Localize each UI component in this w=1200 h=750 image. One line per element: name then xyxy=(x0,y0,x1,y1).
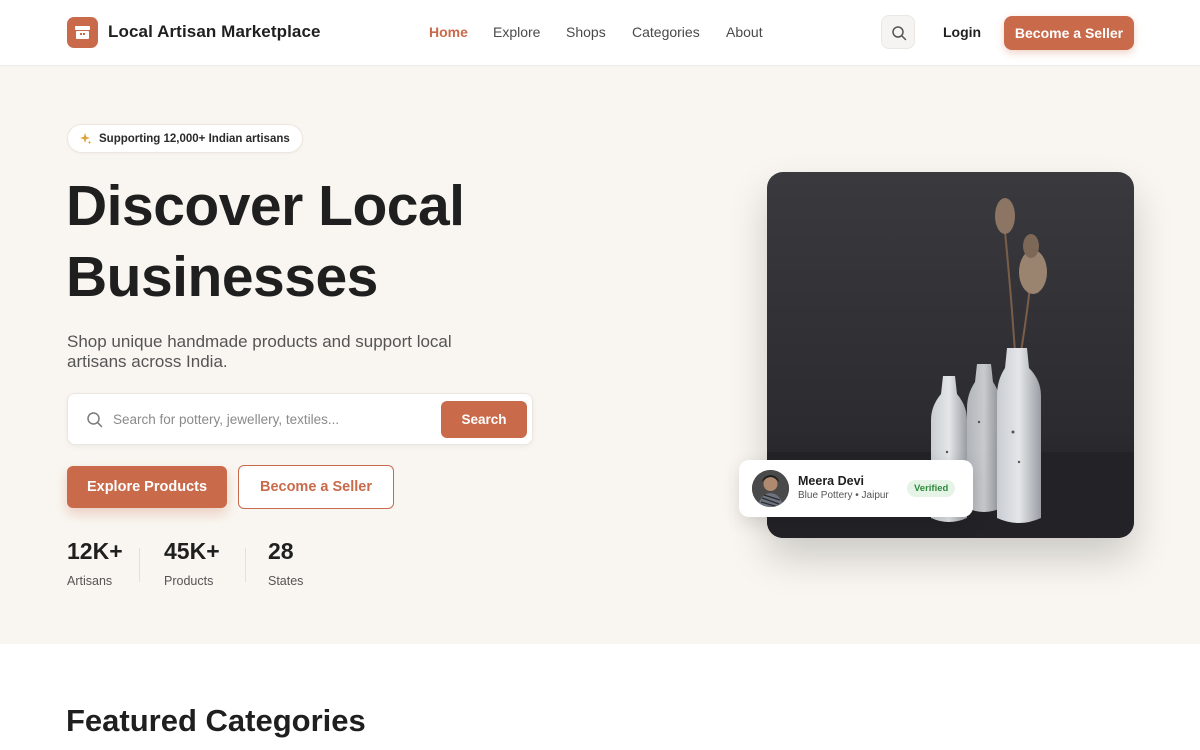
stat-value: 12K+ xyxy=(67,538,123,564)
featured-seller-card[interactable]: Meera Devi Blue Pottery • Jaipur Verifie… xyxy=(739,460,973,517)
nav-categories[interactable]: Categories xyxy=(632,24,700,40)
product-search-bar: Search xyxy=(67,393,533,445)
hero-subtitle: Shop unique handmade products and suppor… xyxy=(67,332,452,371)
seller-name: Meera Devi xyxy=(798,474,865,488)
stat-artisans: 12K+ Artisans xyxy=(67,538,123,588)
stat-label: Products xyxy=(164,574,214,588)
stat-label: States xyxy=(268,574,304,588)
hero-section: Supporting 12,000+ Indian artisans Disco… xyxy=(0,66,1200,644)
become-seller-button[interactable]: Become a Seller xyxy=(238,465,394,509)
top-navbar: Local Artisan Marketplace Home Explore S… xyxy=(0,0,1200,66)
stat-divider xyxy=(139,548,140,582)
stat-states: 28 States xyxy=(268,538,303,588)
header-become-seller-button[interactable]: Become a Seller xyxy=(1004,16,1134,50)
badge-text: Supporting 12,000+ Indian artisans xyxy=(99,132,290,145)
header-search-button[interactable] xyxy=(881,15,915,49)
nav-home[interactable]: Home xyxy=(429,24,468,40)
stat-divider xyxy=(245,548,246,582)
store-logo-icon[interactable] xyxy=(67,17,98,48)
hero-title: Discover Local Businesses xyxy=(66,171,465,313)
hero-title-line2: Businesses xyxy=(66,245,378,309)
verified-badge: Verified xyxy=(907,480,956,497)
featured-categories-heading: Featured Categories xyxy=(66,703,366,738)
brand-name[interactable]: Local Artisan Marketplace xyxy=(108,22,321,42)
search-button[interactable]: Search xyxy=(441,401,527,438)
search-icon xyxy=(87,412,103,428)
avatar xyxy=(752,470,789,507)
stat-label: Artisans xyxy=(67,574,113,588)
search-input[interactable] xyxy=(113,408,433,430)
explore-products-button[interactable]: Explore Products xyxy=(67,466,227,508)
nav-about[interactable]: About xyxy=(726,24,763,40)
nav-explore[interactable]: Explore xyxy=(493,24,540,40)
login-link[interactable]: Login xyxy=(943,24,981,40)
stat-products: 45K+ Products xyxy=(164,538,220,588)
search-icon xyxy=(892,26,907,41)
stat-value: 45K+ xyxy=(164,538,220,564)
sparkle-icon xyxy=(80,132,92,144)
seller-meta: Blue Pottery • Jaipur xyxy=(798,490,889,501)
stat-value: 28 xyxy=(268,538,294,564)
nav-shops[interactable]: Shops xyxy=(566,24,606,40)
hero-title-line1: Discover Local xyxy=(66,174,465,238)
artisans-badge: Supporting 12,000+ Indian artisans xyxy=(67,124,303,153)
